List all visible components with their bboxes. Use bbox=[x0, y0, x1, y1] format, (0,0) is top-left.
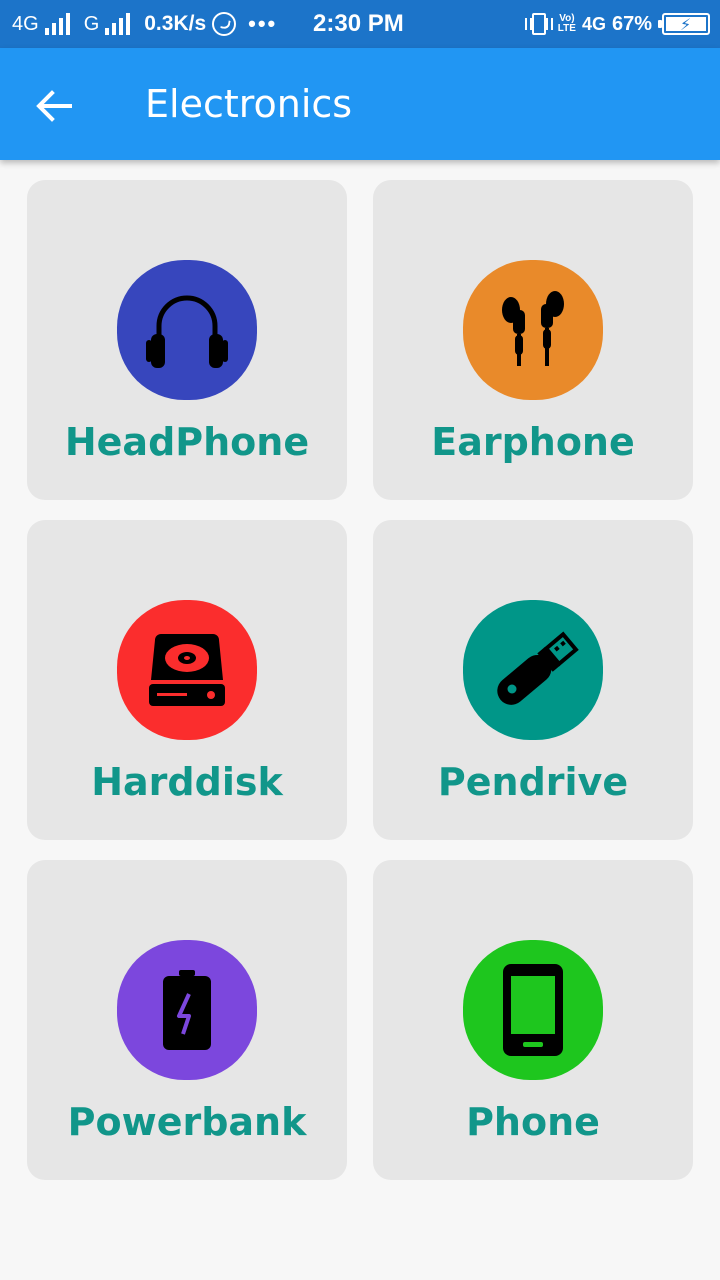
network-type-3: 4G bbox=[581, 13, 606, 34]
status-bar: 4G G 0.3K/s ••• 2:30 PM Vo) LTE 4G 67% ⚡ bbox=[0, 0, 720, 48]
harddisk-icon-badge bbox=[117, 600, 257, 740]
category-label: Phone bbox=[466, 1100, 600, 1144]
battery-icon: ⚡ bbox=[658, 13, 710, 35]
signal-icon bbox=[105, 13, 131, 35]
earphone-icon-badge bbox=[463, 260, 603, 400]
category-label: Powerbank bbox=[67, 1100, 307, 1144]
page-title: Electronics bbox=[145, 82, 353, 126]
clock: 2:30 PM bbox=[313, 10, 404, 37]
phone-icon-badge bbox=[463, 940, 603, 1080]
volte-bottom: LTE bbox=[557, 23, 576, 34]
category-card-harddisk[interactable]: Harddisk bbox=[27, 520, 347, 840]
powerbank-icon bbox=[163, 970, 211, 1050]
category-label: Earphone bbox=[431, 420, 635, 464]
vibrate-icon bbox=[524, 13, 553, 35]
pendrive-icon-badge bbox=[463, 600, 603, 740]
category-card-powerbank[interactable]: Powerbank bbox=[27, 860, 347, 1180]
network-type-2: G bbox=[83, 12, 100, 35]
category-label: Pendrive bbox=[437, 760, 629, 804]
network-type-1: 4G bbox=[12, 12, 39, 35]
network-speed: 0.3K/s bbox=[144, 12, 207, 35]
category-label: HeadPhone bbox=[64, 420, 310, 464]
earphone-icon bbox=[502, 291, 564, 366]
headphone-icon bbox=[146, 295, 228, 368]
phone-icon bbox=[503, 964, 563, 1056]
volte-icon: Vo) LTE bbox=[558, 14, 576, 34]
category-grid: HeadPhone Earphone Harddisk Pendrive Pow… bbox=[27, 180, 693, 1180]
pendrive-icon bbox=[497, 631, 579, 705]
category-card-headphone[interactable]: HeadPhone bbox=[27, 180, 347, 500]
battery-percent: 67% bbox=[611, 12, 652, 35]
harddisk-icon bbox=[149, 634, 225, 706]
signal-icon bbox=[44, 13, 70, 35]
category-card-phone[interactable]: Phone bbox=[373, 860, 693, 1180]
category-label: Harddisk bbox=[91, 760, 283, 804]
category-card-pendrive[interactable]: Pendrive bbox=[373, 520, 693, 840]
powerbank-icon-badge bbox=[117, 940, 257, 1080]
back-button[interactable] bbox=[32, 84, 76, 128]
category-card-earphone[interactable]: Earphone bbox=[373, 180, 693, 500]
app-bar: Electronics bbox=[0, 48, 720, 160]
whatsapp-icon bbox=[212, 12, 237, 36]
arrow-back-icon bbox=[36, 90, 72, 122]
more-notifications-icon: ••• bbox=[248, 11, 278, 36]
headphone-icon-badge bbox=[117, 260, 257, 400]
